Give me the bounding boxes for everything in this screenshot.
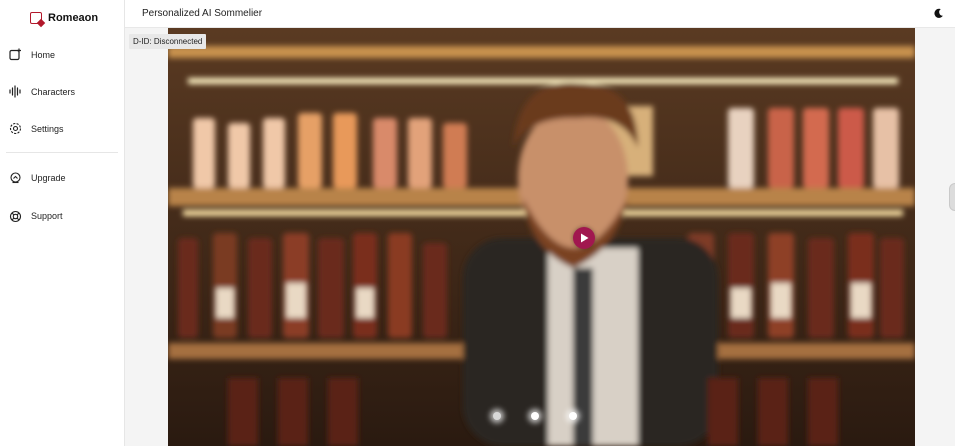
sidebar-item-characters[interactable]: Characters [0, 73, 124, 110]
panel-drag-handle[interactable] [949, 183, 955, 211]
theme-toggle-button[interactable] [931, 7, 945, 21]
sidebar-item-upgrade[interactable]: Upgrade [0, 159, 124, 197]
pagination-dot[interactable] [569, 412, 577, 420]
lifebuoy-icon [9, 210, 22, 223]
brand[interactable]: Romeaon [0, 0, 124, 36]
play-icon [580, 233, 588, 243]
play-button[interactable] [573, 227, 595, 249]
sidebar-item-settings[interactable]: Settings [0, 110, 124, 147]
sidebar-item-label: Settings [31, 123, 64, 134]
sidebar-nav: Home Characters Settings [0, 36, 124, 147]
sidebar-item-label: Characters [31, 86, 76, 97]
sidebar-item-support[interactable]: Support [0, 197, 124, 235]
sommelier-video[interactable] [168, 28, 915, 446]
upgrade-icon [9, 171, 22, 185]
pagination-dot[interactable] [493, 412, 501, 420]
sidebar-item-home[interactable]: Home [0, 36, 124, 73]
page-title: Personalized AI Sommelier [142, 8, 263, 19]
main-content: D-ID: Disconnected [125, 28, 955, 446]
brand-name: Romeaon [48, 12, 99, 24]
gear-icon [9, 122, 22, 135]
sidebar-divider [6, 152, 118, 153]
blurred-background-image [168, 28, 915, 446]
sidebar: Romeaon Home Characters Settings Upgrade… [0, 0, 125, 446]
brand-logo-icon [30, 12, 42, 24]
sidebar-item-label: Home [31, 49, 56, 60]
home-add-icon [9, 48, 22, 61]
moon-icon [933, 8, 943, 18]
connection-status-badge: D-ID: Disconnected [129, 34, 207, 49]
video-pagination [493, 412, 577, 420]
pagination-dot[interactable] [531, 412, 539, 420]
waveform-icon [9, 85, 22, 98]
sidebar-item-label: Support [31, 211, 63, 221]
top-header: Personalized AI Sommelier [125, 0, 955, 28]
sidebar-secondary-nav: Upgrade Support [0, 159, 124, 235]
sidebar-item-label: Upgrade [31, 173, 66, 183]
